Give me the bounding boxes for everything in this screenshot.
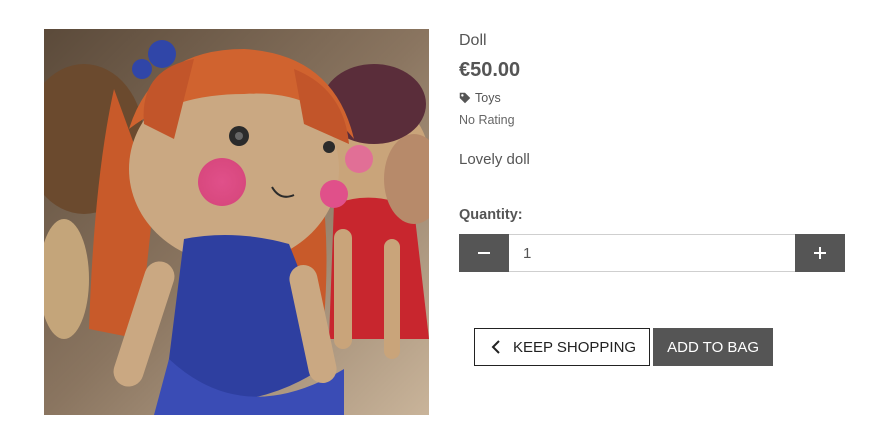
doll-photo [44, 29, 429, 415]
increment-button[interactable] [795, 234, 845, 272]
minus-icon [478, 252, 490, 254]
category-label: Toys [475, 91, 501, 105]
product-description: Lovely doll [459, 151, 530, 168]
keep-shopping-button[interactable]: Keep Shopping [474, 328, 651, 366]
keep-shopping-label: Keep Shopping [513, 338, 637, 356]
product-category[interactable]: Toys [459, 90, 845, 106]
action-buttons: Keep Shopping Add to Bag [474, 328, 774, 366]
product-name: Doll [459, 32, 487, 49]
product-rating: No Rating [459, 113, 515, 127]
quantity-label: Quantity: [459, 207, 523, 223]
quantity-input[interactable] [509, 234, 795, 272]
quantity-stepper [459, 234, 845, 272]
add-to-bag-button[interactable]: Add to Bag [653, 328, 774, 366]
add-to-bag-label: Add to Bag [667, 338, 760, 356]
product-details: Doll €50.00 Toys No Rating Lovely doll Q… [459, 30, 845, 272]
chevron-left-icon [491, 340, 500, 354]
product-image [44, 29, 429, 415]
plus-icon [814, 247, 826, 259]
tag-icon [459, 92, 471, 104]
product-price: €50.00 [459, 59, 521, 81]
decrement-button[interactable] [459, 234, 509, 272]
